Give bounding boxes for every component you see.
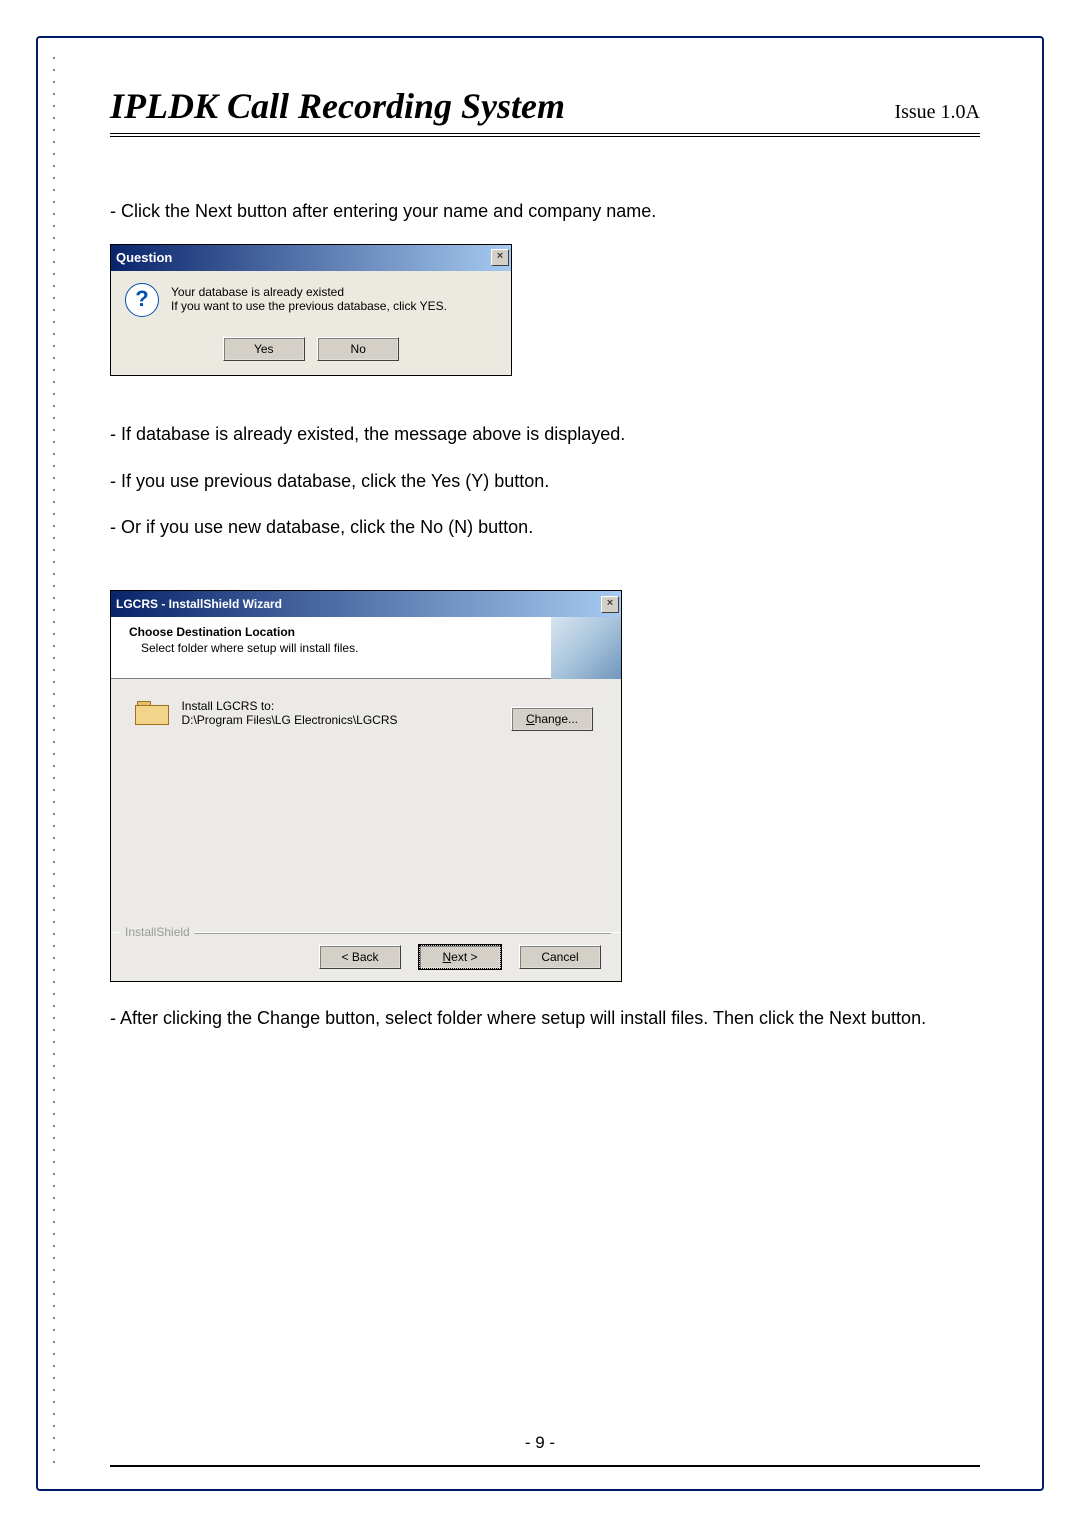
wizard-footer-rule — [121, 933, 611, 934]
back-button[interactable]: < Back — [319, 945, 401, 969]
document-title: IPLDK Call Recording System — [110, 85, 565, 127]
folder-icon — [135, 699, 169, 725]
yes-button[interactable]: Yes — [223, 337, 305, 361]
footer-rule — [110, 1465, 980, 1467]
wizard-footer: InstallShield < Back Next > Cancel — [111, 932, 621, 981]
after-wizard-text: - After clicking the Change button, sele… — [110, 1004, 980, 1033]
spiral-binding-dots — [52, 52, 56, 1472]
close-icon[interactable]: × — [601, 596, 619, 613]
wizard-footer-buttons: < Back Next > Cancel — [315, 945, 605, 969]
issue-label: Issue 1.0A — [894, 101, 980, 124]
wizard-body: Install LGCRS to: D:\Program Files\LG El… — [111, 679, 621, 727]
install-path: D:\Program Files\LG Electronics\LGCRS — [181, 713, 397, 727]
install-info: Install LGCRS to: D:\Program Files\LG El… — [181, 699, 397, 727]
intro-text: - Click the Next button after entering y… — [110, 197, 980, 226]
installshield-brand: InstallShield — [121, 925, 194, 939]
no-button[interactable]: No — [317, 337, 399, 361]
installshield-wizard-dialog: LGCRS - InstallShield Wizard × Choose De… — [110, 590, 622, 982]
cancel-button[interactable]: Cancel — [519, 945, 601, 969]
header-rule — [110, 133, 980, 137]
close-icon[interactable]: × — [491, 249, 509, 266]
page-number: - 9 - — [0, 1433, 1080, 1453]
question-message-line2: If you want to use the previous database… — [171, 299, 497, 313]
page-header: IPLDK Call Recording System Issue 1.0A — [110, 85, 980, 127]
wizard-header-subtitle: Select folder where setup will install f… — [141, 641, 609, 655]
change-button[interactable]: Change... — [511, 707, 593, 731]
question-dialog-title: Question — [116, 250, 172, 265]
install-to-label: Install LGCRS to: — [181, 699, 274, 713]
wizard-header-title: Choose Destination Location — [129, 625, 609, 639]
question-mark-icon: ? — [125, 283, 159, 317]
wizard-header: Choose Destination Location Select folde… — [111, 617, 621, 679]
wizard-header-art — [551, 617, 621, 679]
use-previous-text: - If you use previous database, click th… — [110, 467, 980, 496]
question-dialog-body: ? Your database is already existed If yo… — [111, 271, 511, 327]
question-dialog-buttons: Yes No — [111, 327, 511, 375]
next-button[interactable]: Next > — [419, 945, 501, 969]
question-dialog: Question × ? Your database is already ex… — [110, 244, 512, 376]
db-existed-text: - If database is already existed, the me… — [110, 420, 980, 449]
use-new-text: - Or if you use new database, click the … — [110, 513, 980, 542]
question-message-line1: Your database is already existed — [171, 285, 497, 299]
question-dialog-titlebar: Question × — [111, 245, 511, 271]
wizard-titlebar: LGCRS - InstallShield Wizard × — [111, 591, 621, 617]
page-content: IPLDK Call Recording System Issue 1.0A -… — [110, 85, 980, 1051]
wizard-title: LGCRS - InstallShield Wizard — [116, 597, 282, 611]
